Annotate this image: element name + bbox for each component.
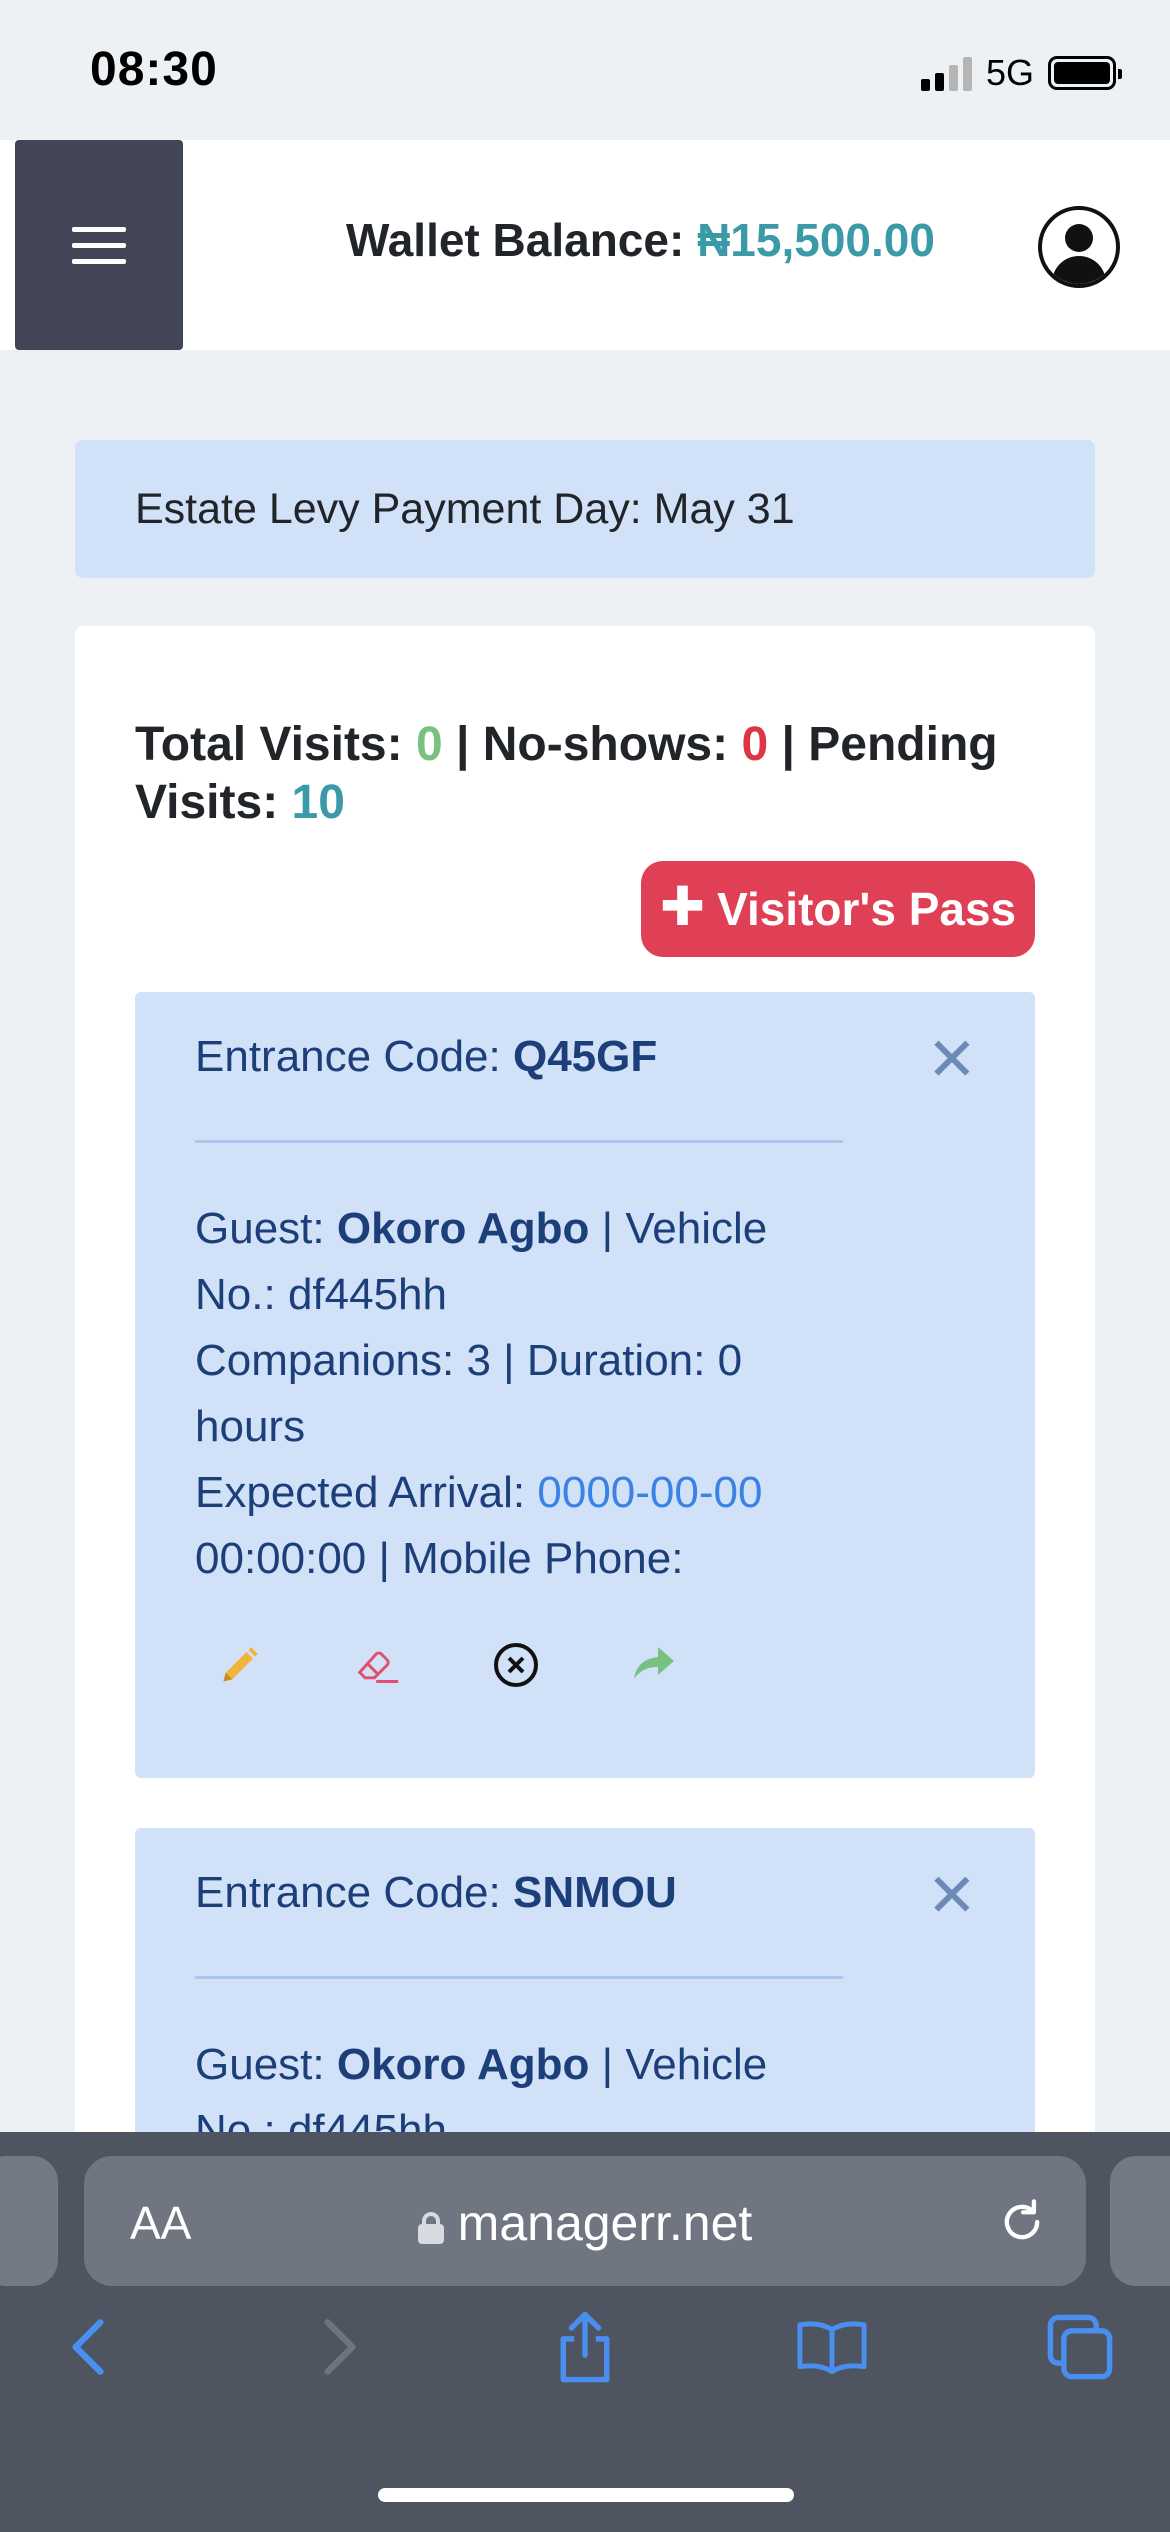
share-icon[interactable] <box>545 2307 625 2387</box>
eraser-icon[interactable] <box>353 1640 403 1690</box>
forward-icon[interactable] <box>300 2307 380 2387</box>
levy-notice: Estate Levy Payment Day: May 31 <box>75 440 1095 578</box>
home-indicator <box>378 2488 794 2502</box>
arrival-time-phone: 00:00:00 | Mobile Phone: <box>195 1534 684 1583</box>
bookmarks-icon[interactable] <box>792 2307 872 2387</box>
divider <box>195 1140 843 1143</box>
entrance-code-label: Entrance Code: <box>195 1868 501 1917</box>
share-arrow-icon[interactable] <box>629 1640 679 1690</box>
back-icon[interactable] <box>48 2307 128 2387</box>
visit-actions <box>215 1640 767 1690</box>
menu-button[interactable] <box>15 140 183 350</box>
browser-nav <box>0 2307 1170 2427</box>
status-indicators: 5G <box>920 52 1122 94</box>
previous-tab[interactable] <box>0 2156 58 2286</box>
plus-icon: ✚ <box>659 877 706 937</box>
user-avatar-icon[interactable] <box>1038 206 1120 288</box>
vehicle-number: df445hh <box>287 1270 447 1319</box>
visit-stats: Total Visits: 0 | No-shows: 0 | Pending … <box>135 716 1055 832</box>
total-visits-label: Total Visits: <box>135 718 403 771</box>
close-icon[interactable]: ✕ <box>927 1030 977 1090</box>
entrance-code: Entrance Code: Q45GF <box>195 1032 657 1082</box>
guest-label: Guest: <box>195 2040 325 2089</box>
address-bar[interactable]: AA managerr.net <box>84 2156 1086 2286</box>
url-text: managerr.net <box>457 2195 753 2251</box>
divider <box>195 1976 843 1979</box>
wallet-balance: Wallet Balance: ₦15,500.00 <box>346 213 935 267</box>
reload-icon[interactable] <box>996 2196 1048 2253</box>
wallet-amount: ₦15,500.00 <box>697 214 935 266</box>
companions-duration: Companions: 3 | Duration: 0 hours <box>195 1336 743 1451</box>
arrival-label: Expected Arrival: <box>195 1468 526 1517</box>
wallet-label: Wallet Balance: <box>346 214 685 266</box>
visit-card: Entrance Code: Q45GF ✕ Guest: Okoro Agbo… <box>135 992 1035 1778</box>
visit-details: Guest: Okoro Agbo | Vehicle No.: df445hh… <box>195 1196 815 1592</box>
total-visits-value: 0 <box>415 718 443 771</box>
levy-notice-text: Estate Levy Payment Day: May 31 <box>135 484 795 533</box>
entrance-code: Entrance Code: SNMOU <box>195 1868 677 1918</box>
entrance-code-value: Q45GF <box>512 1032 658 1081</box>
guest-name: Okoro Agbo <box>336 1204 590 1253</box>
pending-visits-value: 10 <box>291 776 345 829</box>
signal-icon <box>920 55 972 91</box>
close-icon[interactable]: ✕ <box>927 1866 977 1926</box>
pencil-icon[interactable] <box>215 1640 265 1690</box>
status-bar: 08:30 5G <box>0 0 1170 140</box>
visitors-pass-button[interactable]: ✚ Visitor's Pass <box>641 861 1035 957</box>
next-tab[interactable] <box>1110 2156 1170 2286</box>
no-shows-value: 0 <box>741 718 769 771</box>
arrival-date-link[interactable]: 0000-00-00 <box>537 1468 762 1517</box>
visitors-pass-label: Visitor's Pass <box>717 883 1017 935</box>
tabs-icon[interactable] <box>1040 2307 1120 2387</box>
circle-x-icon[interactable] <box>491 1640 541 1690</box>
no-shows-label: | No-shows: <box>456 718 729 771</box>
guest-label: Guest: <box>195 1204 325 1253</box>
network-type: 5G <box>985 52 1034 93</box>
entrance-code-label: Entrance Code: <box>195 1032 501 1081</box>
guest-name: Okoro Agbo <box>336 2040 590 2089</box>
app-header: Wallet Balance: ₦15,500.00 <box>0 140 1170 350</box>
entrance-code-value: SNMOU <box>512 1868 677 1917</box>
url-display[interactable]: managerr.net <box>84 2194 1086 2252</box>
status-time: 08:30 <box>90 43 218 96</box>
battery-icon <box>1048 56 1122 90</box>
browser-toolbar: AA managerr.net <box>0 2132 1170 2532</box>
hamburger-icon <box>72 216 126 275</box>
visits-card: Total Visits: 0 | No-shows: 0 | Pending … <box>75 626 1095 2228</box>
lock-icon <box>417 2212 444 2244</box>
